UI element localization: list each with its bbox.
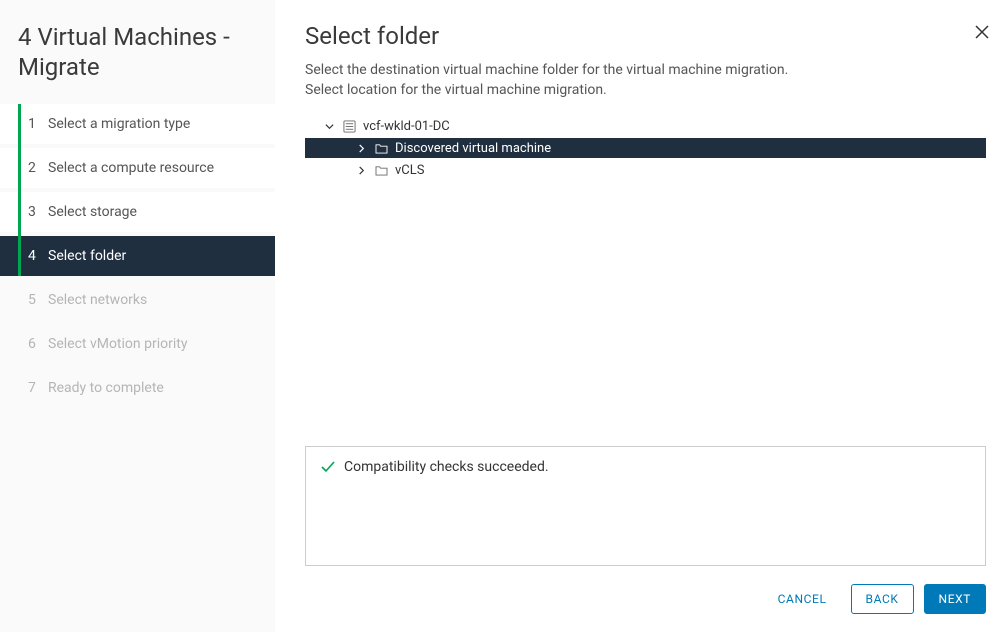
tree-node-label: vcf-wkld-01-DC: [363, 119, 450, 134]
datacenter-icon: [341, 120, 357, 133]
tree-node-datacenter[interactable]: vcf-wkld-01-DC: [305, 116, 986, 136]
step-ready-complete: 7 Ready to complete: [0, 368, 275, 408]
wizard-steps: 1 Select a migration type 2 Select a com…: [0, 104, 275, 408]
step-label: Select networks: [48, 292, 147, 308]
step-number: 5: [28, 292, 48, 308]
step-select-folder: 4 Select folder: [0, 236, 275, 276]
folder-tree: vcf-wkld-01-DC Discovered virtual machin…: [305, 116, 986, 182]
back-button[interactable]: BACK: [851, 584, 914, 614]
step-label: Select storage: [48, 204, 137, 220]
next-button[interactable]: NEXT: [924, 584, 986, 614]
tree-node-discovered-vm[interactable]: Discovered virtual machine: [305, 138, 986, 158]
step-number: 4: [28, 248, 48, 264]
page-description-2: Select location for the virtual machine …: [305, 82, 986, 98]
step-number: 1: [28, 116, 48, 132]
tree-node-vcls[interactable]: vCLS: [305, 160, 986, 180]
chevron-right-icon[interactable]: [355, 166, 367, 175]
tree-node-label: vCLS: [395, 163, 424, 178]
step-label: Select a migration type: [48, 116, 190, 132]
close-icon[interactable]: [974, 24, 990, 44]
status-text: Compatibility checks succeeded.: [344, 459, 549, 475]
footer-buttons: CANCEL BACK NEXT: [305, 584, 986, 614]
folder-icon: [373, 143, 389, 154]
compatibility-status: Compatibility checks succeeded.: [305, 446, 986, 566]
tree-node-label: Discovered virtual machine: [395, 141, 551, 156]
page-title: Select folder: [305, 22, 986, 50]
step-vmotion-priority: 6 Select vMotion priority: [0, 324, 275, 364]
step-number: 3: [28, 204, 48, 220]
step-compute-resource[interactable]: 2 Select a compute resource: [0, 148, 275, 188]
main-panel: Select folder Select the destination vir…: [275, 0, 1008, 632]
step-number: 2: [28, 160, 48, 176]
step-number: 6: [28, 336, 48, 352]
checkmark-icon: [320, 459, 336, 479]
step-label: Ready to complete: [48, 380, 164, 396]
chevron-right-icon[interactable]: [355, 144, 367, 153]
step-number: 7: [28, 380, 48, 396]
chevron-down-icon[interactable]: [323, 122, 335, 131]
step-label: Select vMotion priority: [48, 336, 187, 352]
step-select-networks: 5 Select networks: [0, 280, 275, 320]
wizard-sidebar: 4 Virtual Machines - Migrate 1 Select a …: [0, 0, 275, 632]
step-migration-type[interactable]: 1 Select a migration type: [0, 104, 275, 144]
cancel-button[interactable]: CANCEL: [764, 585, 841, 613]
wizard-title: 4 Virtual Machines - Migrate: [0, 22, 275, 104]
page-description-1: Select the destination virtual machine f…: [305, 62, 986, 78]
step-label: Select folder: [48, 248, 126, 264]
step-label: Select a compute resource: [48, 160, 214, 176]
folder-icon: [373, 165, 389, 176]
step-select-storage[interactable]: 3 Select storage: [0, 192, 275, 232]
